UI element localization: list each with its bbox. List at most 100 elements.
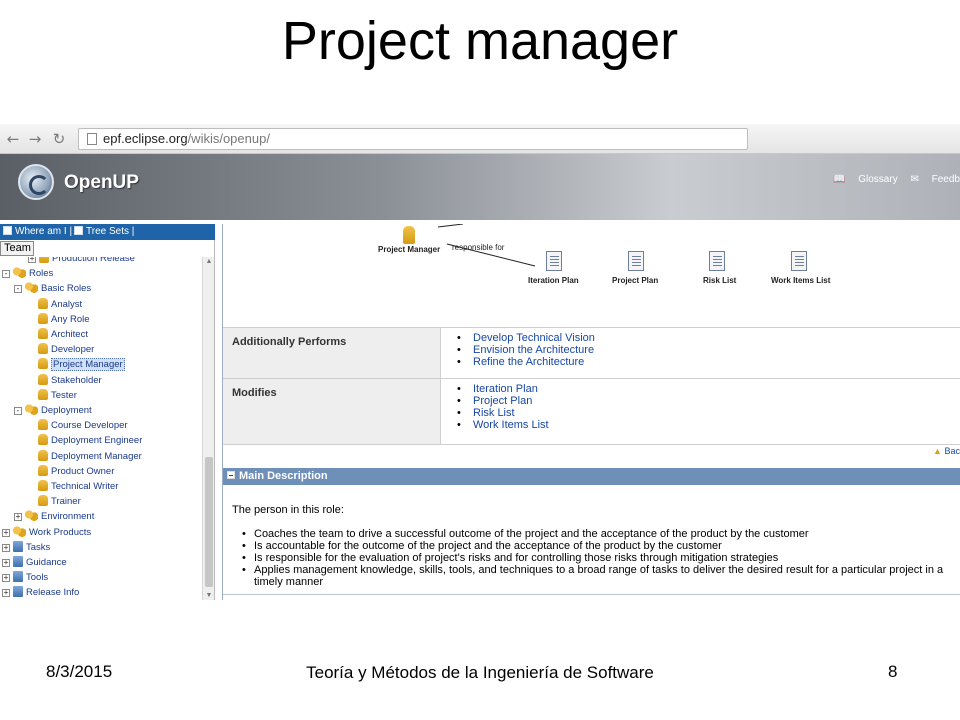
modifies-list: Iteration Plan Project Plan Risk List Wo… xyxy=(457,383,960,431)
task-link[interactable]: Envision the Architecture xyxy=(457,344,960,356)
slide-title: Project manager xyxy=(281,11,679,71)
tab-where-am-i[interactable]: Where am I | xyxy=(3,226,72,237)
description-intro: The person in this role: xyxy=(232,504,344,516)
tree-item[interactable]: Developer xyxy=(38,343,94,357)
task-link[interactable]: Develop Technical Vision xyxy=(457,332,960,344)
task-link[interactable]: Refine the Architecture xyxy=(457,356,960,368)
role-icon xyxy=(38,419,48,431)
role-icon xyxy=(38,480,48,491)
work-product-link[interactable]: Work Items List xyxy=(457,419,960,431)
browser-screenshot: ← → ↻ epf.eclipse.org/wikis/openup/ Open… xyxy=(0,124,960,600)
content-bottom-border xyxy=(223,594,960,595)
url-host: epf.eclipse.org xyxy=(103,131,188,146)
expand-icon[interactable]: + xyxy=(2,574,10,583)
additionally-performs-header: Additionally Performs xyxy=(223,328,441,378)
collapse-icon[interactable]: - xyxy=(14,407,22,415)
diagram-artifact-label[interactable]: Project Plan xyxy=(612,276,658,285)
diagram-artifact-label[interactable]: Iteration Plan xyxy=(528,276,579,285)
diagram-artifact-label[interactable]: Work Items List xyxy=(771,276,830,285)
group-icon xyxy=(25,404,38,415)
main-description-header[interactable]: Main Description xyxy=(223,468,960,485)
expand-icon[interactable]: + xyxy=(28,257,36,263)
role-icon xyxy=(38,358,48,370)
tab-tree-sets[interactable]: Tree Sets | xyxy=(74,226,134,237)
tree-item[interactable]: + Tools xyxy=(2,571,48,585)
description-bullet: Coaches the team to drive a successful o… xyxy=(232,528,957,540)
collapse-icon[interactable] xyxy=(227,471,235,479)
tree-item[interactable]: + Work Products xyxy=(2,525,92,540)
expand-icon[interactable]: + xyxy=(2,589,10,598)
tree-item[interactable]: Product Owner xyxy=(38,464,114,479)
modifies-cell: Iteration Plan Project Plan Risk List Wo… xyxy=(441,379,960,444)
group-icon xyxy=(13,267,26,279)
footer-date: 8/3/2015 xyxy=(46,662,113,681)
tree-item-label: Production Release xyxy=(52,257,135,264)
main-description-body: The person in this role: Coaches the tea… xyxy=(232,504,957,588)
tree-scrollbar[interactable]: ▲ ▼ xyxy=(202,257,214,600)
banner-links: 📖 Glossary ✉ Feedb xyxy=(823,174,960,185)
artifact-doc-icon[interactable] xyxy=(709,251,725,271)
tree-item[interactable]: Architect xyxy=(38,328,88,342)
tree-item[interactable]: Any Role xyxy=(38,312,90,327)
role-icon xyxy=(38,312,48,324)
process-tree: + Production Release - Roles - Basic Roles Ana… xyxy=(0,257,200,600)
tree-item[interactable]: + Tasks xyxy=(2,540,50,555)
diagram-role-label[interactable]: Project Manager xyxy=(378,245,440,254)
expand-icon[interactable]: + xyxy=(2,528,10,537)
tree-item[interactable]: Deployment Engineer xyxy=(38,434,142,448)
tree-sets-icon xyxy=(74,226,83,235)
tree-item[interactable]: Analyst xyxy=(38,297,82,312)
work-product-link[interactable]: Project Plan xyxy=(457,395,960,407)
address-bar[interactable]: epf.eclipse.org/wikis/openup/ xyxy=(78,128,748,150)
tree-item[interactable]: - Roles xyxy=(2,267,53,281)
group-icon xyxy=(25,282,38,294)
tree-item[interactable]: Trainer xyxy=(38,495,81,509)
expand-icon[interactable]: + xyxy=(2,559,10,567)
collapse-icon[interactable]: - xyxy=(14,285,22,294)
work-product-link[interactable]: Iteration Plan xyxy=(457,383,960,395)
diagram-artifact-label[interactable]: Risk List xyxy=(703,276,736,285)
page-icon xyxy=(87,133,97,145)
tree-item[interactable]: - Basic Roles xyxy=(14,282,91,296)
browser-toolbar: ← → ↻ epf.eclipse.org/wikis/openup/ xyxy=(0,124,960,154)
tree-item[interactable]: Stakeholder xyxy=(38,373,102,388)
tree-item-label: Work Products xyxy=(29,526,92,538)
additionally-performs-row: Additionally Performs Develop Technical … xyxy=(223,327,960,379)
tree-item[interactable]: - Deployment xyxy=(14,404,92,418)
tree-item-label: Stakeholder xyxy=(51,374,102,386)
tree-item[interactable]: Project Manager xyxy=(38,358,125,372)
feedback-link[interactable]: ✉ Feedb xyxy=(910,174,960,185)
tree-item[interactable]: + Environment xyxy=(14,510,94,524)
role-icon xyxy=(38,373,48,385)
tree-item-label: Tester xyxy=(51,389,77,401)
tree-item[interactable]: + Production Release xyxy=(28,257,135,266)
project-manager-role-icon[interactable] xyxy=(403,226,415,244)
expand-icon[interactable]: + xyxy=(14,513,22,522)
tree-item[interactable]: Deployment Manager xyxy=(38,449,142,464)
tree-item[interactable]: Tester xyxy=(38,388,77,403)
tree-item[interactable]: + Guidance xyxy=(2,556,67,570)
reload-icon[interactable]: ↻ xyxy=(50,130,68,148)
scroll-down-icon[interactable]: ▼ xyxy=(205,592,213,599)
artifact-doc-icon[interactable] xyxy=(791,251,807,271)
expand-icon[interactable]: + xyxy=(2,543,10,552)
tree-item[interactable]: Course Developer xyxy=(38,419,128,433)
glossary-link[interactable]: 📖 Glossary xyxy=(833,174,898,185)
scroll-up-icon[interactable]: ▲ xyxy=(205,258,213,265)
back-to-top-link[interactable]: ▲ Bac xyxy=(933,446,960,456)
tree-item-label: Roles xyxy=(29,268,54,280)
tree-item[interactable]: + Release Info xyxy=(2,586,79,600)
where-am-i-icon xyxy=(3,226,12,235)
view-selector[interactable]: Team xyxy=(0,241,34,256)
forward-arrow-icon[interactable]: → xyxy=(26,130,44,148)
description-list: Coaches the team to drive a successful o… xyxy=(232,528,957,588)
tree-item[interactable]: Technical Writer xyxy=(38,480,118,494)
artifact-doc-icon[interactable] xyxy=(546,251,562,271)
work-product-link[interactable]: Risk List xyxy=(457,407,960,419)
scrollbar-thumb[interactable] xyxy=(205,457,213,587)
back-arrow-icon[interactable]: ← xyxy=(4,130,22,148)
artifact-doc-icon[interactable] xyxy=(628,251,644,271)
collapse-icon[interactable]: - xyxy=(2,270,10,279)
tree-item-label: Tools xyxy=(26,572,49,584)
navigation-panel: Where am I | Tree Sets | Team + Productio… xyxy=(0,224,215,600)
